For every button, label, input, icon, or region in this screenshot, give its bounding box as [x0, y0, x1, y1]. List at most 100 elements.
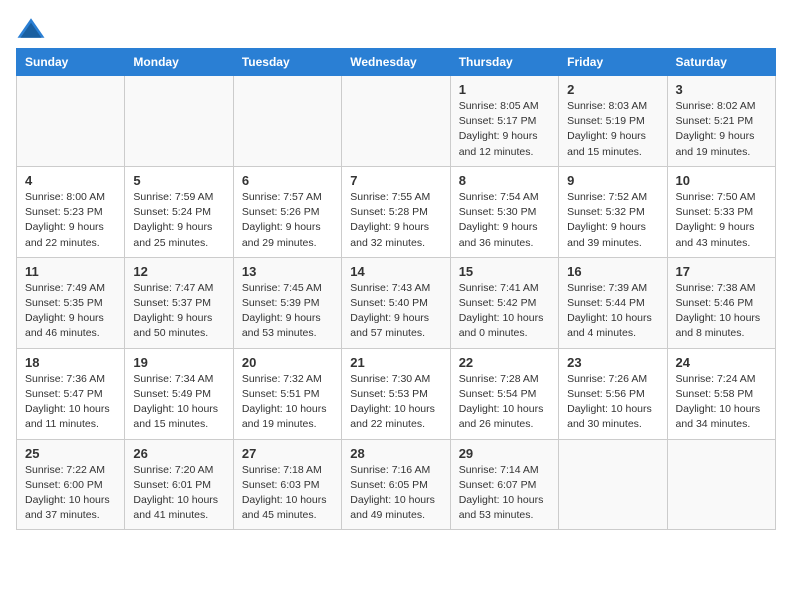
- day-info: Sunrise: 7:41 AM Sunset: 5:42 PM Dayligh…: [459, 281, 550, 342]
- day-info: Sunrise: 7:20 AM Sunset: 6:01 PM Dayligh…: [133, 463, 224, 524]
- day-info: Sunrise: 7:34 AM Sunset: 5:49 PM Dayligh…: [133, 372, 224, 433]
- calendar-cell: [559, 439, 667, 530]
- day-number: 21: [350, 355, 441, 370]
- day-number: 11: [25, 264, 116, 279]
- calendar-cell: 1 Sunrise: 8:05 AM Sunset: 5:17 PM Daylig…: [450, 76, 558, 167]
- page-header: [16, 16, 776, 40]
- day-number: 8: [459, 173, 550, 188]
- day-info: Sunrise: 7:28 AM Sunset: 5:54 PM Dayligh…: [459, 372, 550, 433]
- calendar-cell: 10 Sunrise: 7:50 AM Sunset: 5:33 PM Dayli…: [667, 166, 775, 257]
- calendar-cell: [667, 439, 775, 530]
- day-info: Sunrise: 7:50 AM Sunset: 5:33 PM Dayligh…: [676, 190, 767, 251]
- calendar-cell: 22 Sunrise: 7:28 AM Sunset: 5:54 PM Dayli…: [450, 348, 558, 439]
- day-number: 28: [350, 446, 441, 461]
- day-number: 5: [133, 173, 224, 188]
- day-info: Sunrise: 8:02 AM Sunset: 5:21 PM Dayligh…: [676, 99, 767, 160]
- day-number: 18: [25, 355, 116, 370]
- day-info: Sunrise: 7:36 AM Sunset: 5:47 PM Dayligh…: [25, 372, 116, 433]
- calendar-cell: 8 Sunrise: 7:54 AM Sunset: 5:30 PM Daylig…: [450, 166, 558, 257]
- day-number: 24: [676, 355, 767, 370]
- day-info: Sunrise: 7:32 AM Sunset: 5:51 PM Dayligh…: [242, 372, 333, 433]
- calendar-cell: [233, 76, 341, 167]
- day-of-week-header: Tuesday: [233, 49, 341, 76]
- day-info: Sunrise: 8:00 AM Sunset: 5:23 PM Dayligh…: [25, 190, 116, 251]
- calendar-cell: 19 Sunrise: 7:34 AM Sunset: 5:49 PM Dayli…: [125, 348, 233, 439]
- day-number: 3: [676, 82, 767, 97]
- day-of-week-header: Thursday: [450, 49, 558, 76]
- calendar-week-row: 25Sunrise: 7:22 AM Sunset: 6:00 PM Dayli…: [17, 439, 776, 530]
- calendar-cell: 4Sunrise: 8:00 AM Sunset: 5:23 PM Daylig…: [17, 166, 125, 257]
- day-number: 23: [567, 355, 658, 370]
- day-number: 6: [242, 173, 333, 188]
- day-info: Sunrise: 7:24 AM Sunset: 5:58 PM Dayligh…: [676, 372, 767, 433]
- calendar-cell: 5Sunrise: 7:59 AM Sunset: 5:24 PM Daylig…: [125, 166, 233, 257]
- day-number: 17: [676, 264, 767, 279]
- day-info: Sunrise: 7:38 AM Sunset: 5:46 PM Dayligh…: [676, 281, 767, 342]
- calendar-cell: 27 Sunrise: 7:18 AM Sunset: 6:03 PM Dayli…: [233, 439, 341, 530]
- calendar-cell: [17, 76, 125, 167]
- day-number: 25: [25, 446, 116, 461]
- day-info: Sunrise: 7:18 AM Sunset: 6:03 PM Dayligh…: [242, 463, 333, 524]
- calendar-week-row: 11 Sunrise: 7:49 AM Sunset: 5:35 PM Dayli…: [17, 257, 776, 348]
- day-info: Sunrise: 7:43 AM Sunset: 5:40 PM Dayligh…: [350, 281, 441, 342]
- calendar-cell: 17 Sunrise: 7:38 AM Sunset: 5:46 PM Dayli…: [667, 257, 775, 348]
- day-number: 29: [459, 446, 550, 461]
- calendar-table: SundayMondayTuesdayWednesdayThursdayFrid…: [16, 48, 776, 530]
- day-info: Sunrise: 7:26 AM Sunset: 5:56 PM Dayligh…: [567, 372, 658, 433]
- calendar-cell: 23 Sunrise: 7:26 AM Sunset: 5:56 PM Dayli…: [559, 348, 667, 439]
- day-info: Sunrise: 7:47 AM Sunset: 5:37 PM Dayligh…: [133, 281, 224, 342]
- calendar-cell: 15 Sunrise: 7:41 AM Sunset: 5:42 PM Dayli…: [450, 257, 558, 348]
- day-info: Sunrise: 7:45 AM Sunset: 5:39 PM Dayligh…: [242, 281, 333, 342]
- day-number: 2: [567, 82, 658, 97]
- day-of-week-header: Saturday: [667, 49, 775, 76]
- day-info: Sunrise: 7:30 AM Sunset: 5:53 PM Dayligh…: [350, 372, 441, 433]
- day-number: 14: [350, 264, 441, 279]
- day-info: Sunrise: 7:49 AM Sunset: 5:35 PM Dayligh…: [25, 281, 116, 342]
- day-info: Sunrise: 7:39 AM Sunset: 5:44 PM Dayligh…: [567, 281, 658, 342]
- day-number: 19: [133, 355, 224, 370]
- calendar-cell: 21 Sunrise: 7:30 AM Sunset: 5:53 PM Dayli…: [342, 348, 450, 439]
- calendar-cell: 25Sunrise: 7:22 AM Sunset: 6:00 PM Dayli…: [17, 439, 125, 530]
- day-info: Sunrise: 8:05 AM Sunset: 5:17 PM Dayligh…: [459, 99, 550, 160]
- calendar-cell: 6 Sunrise: 7:57 AM Sunset: 5:26 PM Daylig…: [233, 166, 341, 257]
- calendar-cell: 11 Sunrise: 7:49 AM Sunset: 5:35 PM Dayli…: [17, 257, 125, 348]
- logo-icon: [16, 16, 46, 40]
- calendar-cell: [342, 76, 450, 167]
- day-number: 20: [242, 355, 333, 370]
- day-number: 9: [567, 173, 658, 188]
- day-of-week-header: Wednesday: [342, 49, 450, 76]
- calendar-week-row: 18 Sunrise: 7:36 AM Sunset: 5:47 PM Dayli…: [17, 348, 776, 439]
- day-info: Sunrise: 7:54 AM Sunset: 5:30 PM Dayligh…: [459, 190, 550, 251]
- calendar-cell: 18 Sunrise: 7:36 AM Sunset: 5:47 PM Dayli…: [17, 348, 125, 439]
- day-number: 26: [133, 446, 224, 461]
- day-info: Sunrise: 8:03 AM Sunset: 5:19 PM Dayligh…: [567, 99, 658, 160]
- day-number: 22: [459, 355, 550, 370]
- calendar-cell: 16 Sunrise: 7:39 AM Sunset: 5:44 PM Dayli…: [559, 257, 667, 348]
- calendar-cell: [125, 76, 233, 167]
- day-info: Sunrise: 7:16 AM Sunset: 6:05 PM Dayligh…: [350, 463, 441, 524]
- calendar-cell: 26 Sunrise: 7:20 AM Sunset: 6:01 PM Dayli…: [125, 439, 233, 530]
- calendar-week-row: 1 Sunrise: 8:05 AM Sunset: 5:17 PM Daylig…: [17, 76, 776, 167]
- day-number: 15: [459, 264, 550, 279]
- day-info: Sunrise: 7:52 AM Sunset: 5:32 PM Dayligh…: [567, 190, 658, 251]
- calendar-week-row: 4Sunrise: 8:00 AM Sunset: 5:23 PM Daylig…: [17, 166, 776, 257]
- calendar-cell: 29 Sunrise: 7:14 AM Sunset: 6:07 PM Dayli…: [450, 439, 558, 530]
- logo: [16, 16, 50, 40]
- day-of-week-header: Monday: [125, 49, 233, 76]
- day-number: 7: [350, 173, 441, 188]
- day-number: 13: [242, 264, 333, 279]
- day-info: Sunrise: 7:14 AM Sunset: 6:07 PM Dayligh…: [459, 463, 550, 524]
- day-number: 12: [133, 264, 224, 279]
- calendar-cell: 13 Sunrise: 7:45 AM Sunset: 5:39 PM Dayli…: [233, 257, 341, 348]
- day-number: 1: [459, 82, 550, 97]
- day-number: 16: [567, 264, 658, 279]
- day-info: Sunrise: 7:57 AM Sunset: 5:26 PM Dayligh…: [242, 190, 333, 251]
- day-number: 27: [242, 446, 333, 461]
- day-of-week-header: Sunday: [17, 49, 125, 76]
- calendar-cell: 20 Sunrise: 7:32 AM Sunset: 5:51 PM Dayli…: [233, 348, 341, 439]
- calendar-cell: 3 Sunrise: 8:02 AM Sunset: 5:21 PM Daylig…: [667, 76, 775, 167]
- calendar-cell: 7Sunrise: 7:55 AM Sunset: 5:28 PM Daylig…: [342, 166, 450, 257]
- calendar-cell: 12 Sunrise: 7:47 AM Sunset: 5:37 PM Dayli…: [125, 257, 233, 348]
- day-number: 10: [676, 173, 767, 188]
- calendar-cell: 14 Sunrise: 7:43 AM Sunset: 5:40 PM Dayli…: [342, 257, 450, 348]
